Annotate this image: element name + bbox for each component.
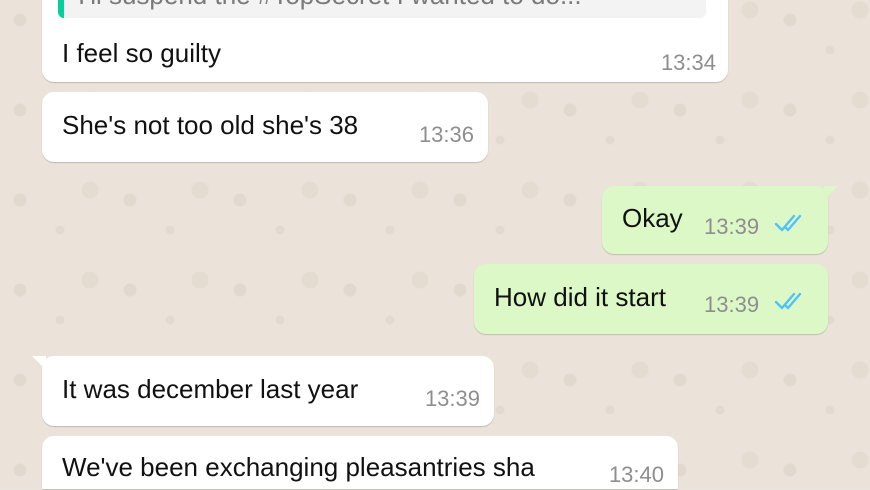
message-text: How did it start: [494, 282, 666, 312]
message-text: It was december last year: [62, 374, 359, 404]
message-incoming-1[interactable]: I'll suspend the #TopSecret I wanted to …: [42, 0, 728, 82]
chat-messages: I'll suspend the #TopSecret I wanted to …: [0, 0, 870, 489]
double-check-icon: [774, 292, 802, 310]
message-incoming-2[interactable]: She's not too old she's 38 13:36: [42, 92, 488, 162]
message-time: 13:39: [424, 386, 480, 411]
message-time: 13:34: [660, 50, 716, 75]
message-time: 13:39: [704, 214, 760, 239]
bubble-tail: [824, 186, 838, 200]
message-outgoing-1[interactable]: Okay 13:39: [602, 186, 838, 254]
message-text: I feel so guilty: [62, 38, 221, 68]
message-outgoing-2[interactable]: How did it start 13:39: [474, 264, 828, 334]
message-time: 13:39: [704, 292, 760, 317]
double-check-icon: [774, 214, 802, 232]
message-time: 13:36: [418, 122, 474, 147]
message-incoming-3[interactable]: It was december last year 13:39: [32, 356, 494, 426]
quoted-reply-text: I'll suspend the #TopSecret I wanted to …: [78, 0, 582, 10]
bubble-tail: [32, 356, 46, 370]
quoted-reply-preview[interactable]: I'll suspend the #TopSecret I wanted to …: [58, 0, 706, 18]
message-incoming-4[interactable]: We've been exchanging pleasantries sha 1…: [42, 436, 678, 489]
message-text: She's not too old she's 38: [62, 110, 359, 140]
message-time: 13:40: [608, 462, 664, 487]
message-text: Okay: [622, 203, 683, 233]
message-text: We've been exchanging pleasantries sha: [62, 452, 535, 482]
